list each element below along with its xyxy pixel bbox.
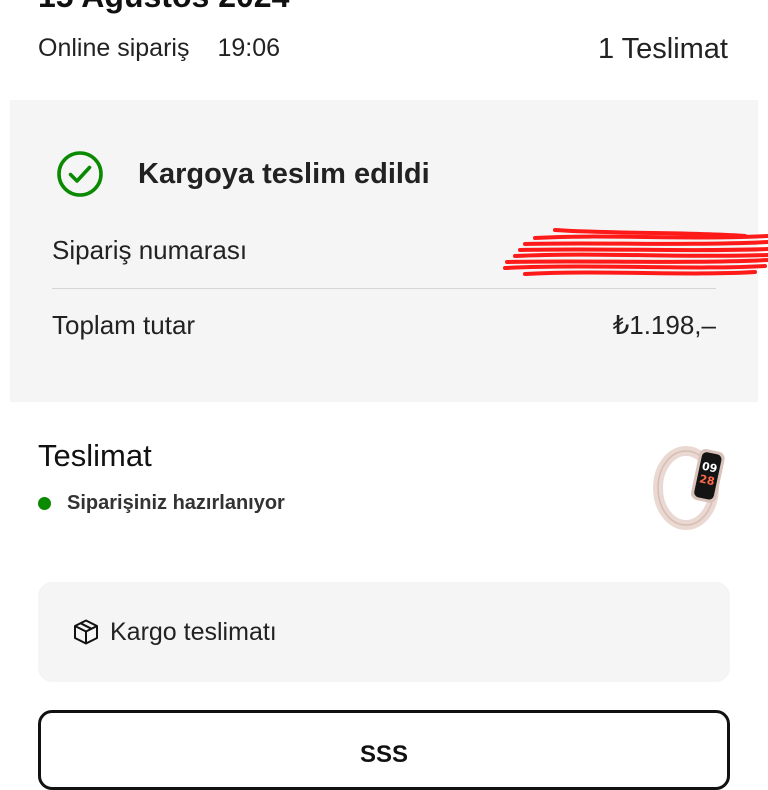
check-circle-icon <box>57 151 103 197</box>
summary-divider <box>52 288 716 289</box>
order-type: Online sipariş <box>38 33 190 62</box>
package-icon <box>74 619 98 645</box>
order-status-row: Kargoya teslim edildi <box>56 150 430 198</box>
date-title: 15 Ağustos 2024 <box>38 0 289 15</box>
total-label: Toplam tutar <box>52 309 196 340</box>
order-status-text: Kargoya teslim edildi <box>138 157 430 190</box>
product-thumbnail-image[interactable]: 09 28 <box>648 440 732 530</box>
delivery-status-text: Siparişiniz hazırlanıyor <box>67 491 285 514</box>
total-row: Toplam tutar ₺1.198,– <box>52 305 716 345</box>
order-meta: Online sipariş 19:06 <box>38 30 280 66</box>
order-time: 19:06 <box>217 33 281 62</box>
delivery-status: Siparişiniz hazırlanıyor <box>38 490 285 516</box>
faq-button[interactable]: SSS <box>38 710 730 790</box>
shipping-method-box[interactable]: Kargo teslimatı <box>38 582 730 682</box>
total-value: ₺1.198,– <box>612 309 716 340</box>
delivery-count: 1 Teslimat <box>597 32 728 65</box>
order-number-redaction <box>503 228 768 276</box>
shipping-method-label: Kargo teslimatı <box>110 617 277 646</box>
delivery-title: Teslimat <box>38 438 152 473</box>
status-dot <box>38 496 51 510</box>
order-number-label: Sipariş numarası <box>52 234 248 265</box>
